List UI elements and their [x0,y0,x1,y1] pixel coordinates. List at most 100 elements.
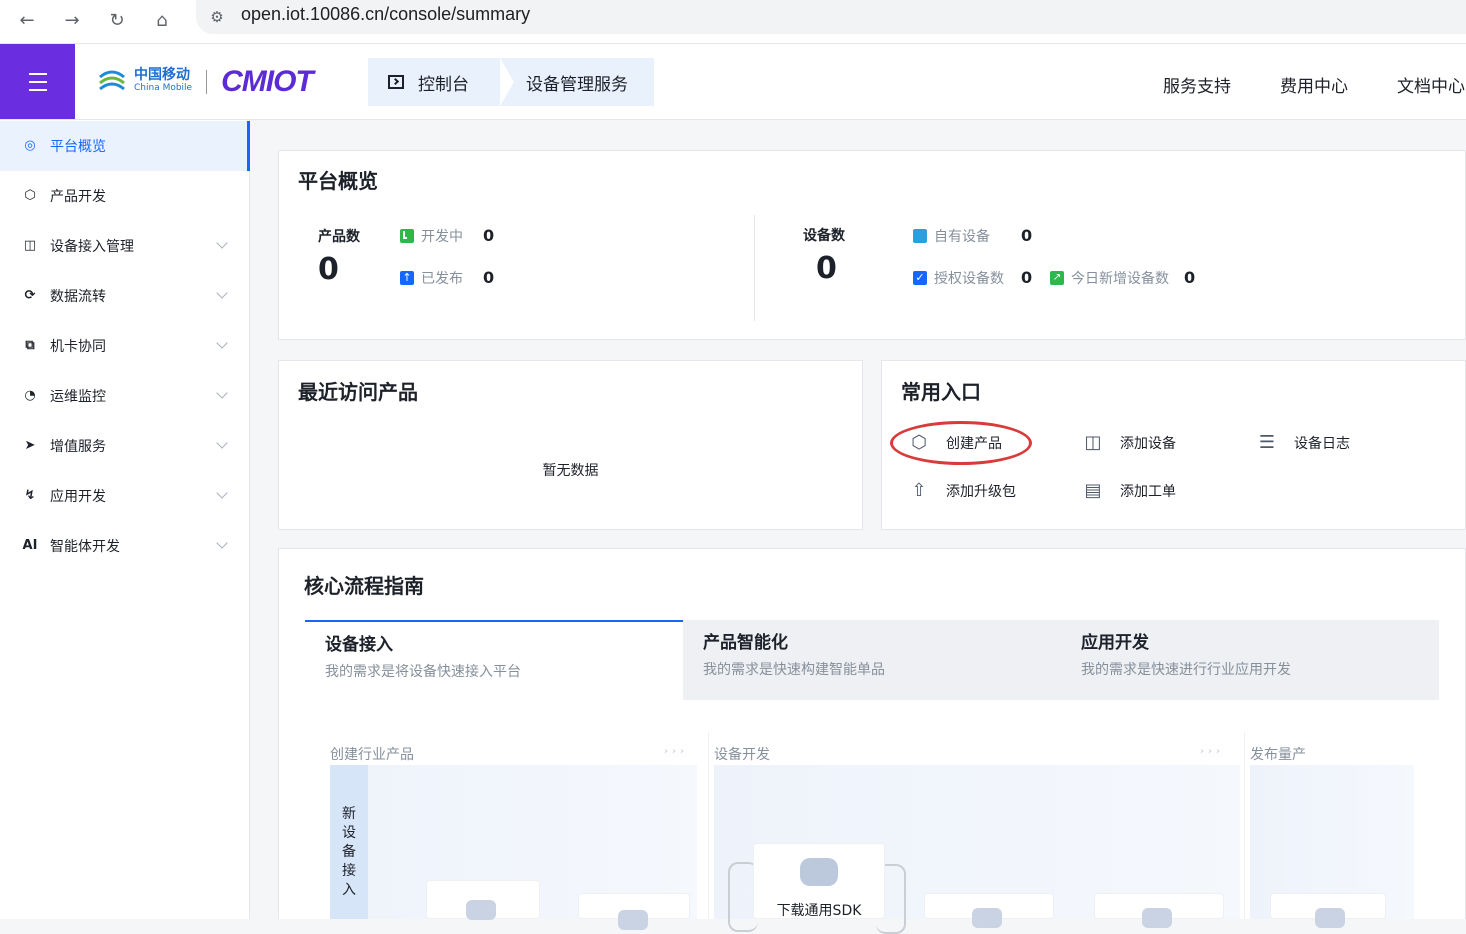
sidebar-item-monitor[interactable]: ◔ 运维监控 [0,371,250,421]
logo[interactable]: 中国移动 China Mobile CMIOT [96,62,314,102]
stage-arrow-dots: ››› [1200,746,1224,757]
console-icon [388,75,404,89]
sidebar-item-overview[interactable]: ◎ 平台概览 [0,121,250,171]
cmiot-brand: CMIOT [221,65,314,98]
tab-subtitle: 我的需求是快速进行行业应用开发 [1081,662,1291,678]
stage-label-mass-production: 发布量产 [1250,747,1306,763]
tab-device-access[interactable]: 设备接入 我的需求是将设备快速接入平台 [305,620,683,700]
tag-char: 新 [342,806,356,822]
stage-label-create-product: 创建行业产品 [330,747,414,763]
log-icon: ☰ [1258,432,1276,453]
chevron-down-icon [216,287,228,299]
tab-title: 产品智能化 [703,633,788,653]
new-device-access-tag: 新 设 备 接 入 [330,765,368,919]
back-icon[interactable]: ← [12,6,42,36]
quick-entry-title: 常用入口 [901,380,981,404]
published-label: 已发布 [421,271,463,287]
own-devices-value: 0 [1021,226,1033,245]
tag-char: 设 [342,825,356,841]
device-count-label: 设备数 [803,228,845,244]
published-stat: ↑ 已发布 [400,268,463,288]
chevron-down-icon [216,537,228,549]
cube-icon: ⬡ [24,188,36,203]
today-new-devices-value-wrap: 0 [1184,268,1195,287]
overview-divider [754,215,755,321]
monitor-icon: ◔ [24,388,36,403]
nav-link-docs[interactable]: 文档中心 [1397,72,1465,97]
overview-title: 平台概览 [298,169,378,193]
published-icon: ↑ [400,271,414,285]
stage-divider [1244,732,1245,919]
sidebar-item-label: 智能体开发 [50,539,120,555]
tab-app-dev[interactable]: 应用开发 我的需求是快速进行行业应用开发 [1061,620,1439,700]
sidebar-item-label: 应用开发 [50,489,106,505]
developing-value-wrap: 0 [483,226,494,245]
cube-icon [466,900,496,920]
own-devices-value-wrap: 0 [1021,226,1032,245]
browser-toolbar: ← → ↻ ⌂ ⚙ open.iot.10086.cn/console/summ… [0,0,1466,44]
cube-icon [972,908,1002,928]
highlight-ring [890,421,1032,465]
value-added-icon: ➤ [24,438,36,453]
entry-label: 设备日志 [1294,436,1350,452]
recent-products-title: 最近访问产品 [298,380,418,404]
forward-icon[interactable]: → [57,6,87,36]
breadcrumb-console[interactable]: 控制台 [368,58,500,106]
sidebar-item-value-added[interactable]: ➤ 增值服务 [0,421,250,471]
sidebar-item-label: 设备接入管理 [50,239,134,255]
chevron-down-icon [216,437,228,449]
sidebar-item-label: 增值服务 [50,439,106,455]
entry-label: 添加升级包 [946,484,1016,500]
logo-en-text: China Mobile [134,83,193,93]
url-text[interactable]: open.iot.10086.cn/console/summary [241,4,530,25]
sidebar-item-agent-dev[interactable]: AI 智能体开发 [0,521,250,571]
nav-link-billing[interactable]: 费用中心 [1280,72,1348,97]
entry-add-device[interactable]: ◫ 添加设备 [1082,432,1176,454]
tag-char: 接 [342,863,356,879]
overview-icon: ◎ [24,138,36,153]
data-flow-icon: ⟳ [24,288,36,303]
stage-divider [708,732,709,919]
tab-title: 应用开发 [1081,633,1149,653]
logo-divider [206,70,208,94]
add-device-icon: ◫ [1084,432,1102,453]
ai-icon: AI [22,538,38,553]
top-navigation: 中国移动 China Mobile CMIOT 控制台 设备管理服务 服务支持 … [0,44,1466,120]
today-new-devices-value: 0 [1184,268,1196,287]
site-settings-icon[interactable]: ⚙ [206,6,228,28]
entry-add-upgrade-package[interactable]: ⇧ 添加升级包 [908,480,1016,502]
device-access-icon: ◫ [23,238,37,253]
authorized-devices-stat: ✓ 授权设备数 [913,268,1004,288]
address-bar[interactable]: ⚙ open.iot.10086.cn/console/summary [196,0,1466,34]
app-dev-icon: ↯ [24,488,36,503]
upload-icon: ⇧ [911,480,927,501]
sidebar-item-device-access[interactable]: ◫ 设备接入管理 [0,221,250,271]
entry-add-ticket[interactable]: ▤ 添加工单 [1082,480,1176,502]
breadcrumb-device-service[interactable]: 设备管理服务 [500,58,654,106]
sdk-cloud-icon [800,858,838,886]
sidebar-item-label: 机卡协同 [50,339,106,355]
entry-label: 添加设备 [1120,436,1176,452]
empty-state-text: 暂无数据 [542,463,599,479]
stage-label-device-dev: 设备开发 [714,747,770,763]
sidebar-item-card-sync[interactable]: ⧉ 机卡协同 [0,321,250,371]
published-value-wrap: 0 [483,268,494,287]
sidebar-item-app-dev[interactable]: ↯ 应用开发 [0,471,250,521]
cube-icon [618,910,648,930]
sidebar-item-data-flow[interactable]: ⟳ 数据流转 [0,271,250,321]
sidebar-item-label: 数据流转 [50,289,106,305]
reload-icon[interactable]: ↻ [102,6,132,36]
developing-value: 0 [483,226,495,245]
authorized-devices-icon: ✓ [913,271,927,285]
home-icon[interactable]: ⌂ [147,6,177,36]
sidebar-item-product-dev[interactable]: ⬡ 产品开发 [0,171,250,221]
card-sync-icon: ⧉ [25,338,35,353]
breadcrumb-separator [500,58,514,106]
tab-product-smart[interactable]: 产品智能化 我的需求是快速构建智能单品 [683,620,1061,700]
own-devices-stat: 自有设备 [913,226,990,246]
today-new-devices-label: 今日新增设备数 [1071,271,1169,287]
tag-char: 入 [342,882,356,898]
nav-link-support[interactable]: 服务支持 [1163,72,1231,97]
entry-device-log[interactable]: ☰ 设备日志 [1256,432,1350,454]
menu-toggle-icon[interactable] [0,44,75,119]
